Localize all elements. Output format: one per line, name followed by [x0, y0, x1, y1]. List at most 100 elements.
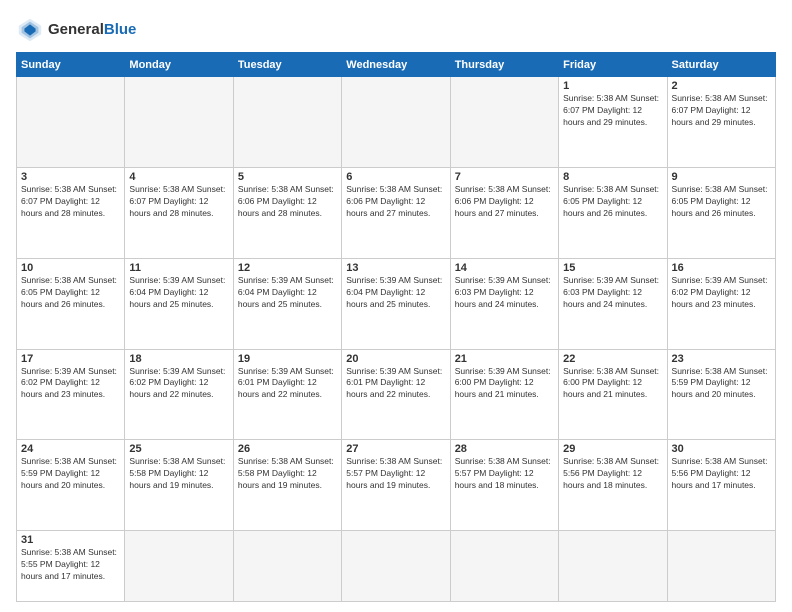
cell-info: Sunrise: 5:39 AM Sunset: 6:01 PM Dayligh…	[346, 366, 445, 402]
cell-day-number: 9	[672, 171, 771, 183]
cell-info: Sunrise: 5:38 AM Sunset: 6:07 PM Dayligh…	[21, 184, 120, 220]
cell-day-number: 13	[346, 262, 445, 274]
cell-info: Sunrise: 5:39 AM Sunset: 6:04 PM Dayligh…	[346, 275, 445, 311]
table-row	[342, 531, 450, 602]
cell-info: Sunrise: 5:38 AM Sunset: 6:07 PM Dayligh…	[672, 93, 771, 129]
cell-day-number: 27	[346, 443, 445, 455]
col-tuesday: Tuesday	[233, 53, 341, 77]
table-row	[233, 531, 341, 602]
table-row	[233, 77, 341, 168]
cell-info: Sunrise: 5:38 AM Sunset: 6:06 PM Dayligh…	[455, 184, 554, 220]
cell-day-number: 17	[21, 353, 120, 365]
header: GeneralBlue	[16, 16, 776, 44]
table-row	[559, 531, 667, 602]
cell-day-number: 18	[129, 353, 228, 365]
logo-text: GeneralBlue	[48, 22, 136, 39]
cell-day-number: 22	[563, 353, 662, 365]
cell-day-number: 4	[129, 171, 228, 183]
table-row: 27Sunrise: 5:38 AM Sunset: 5:57 PM Dayli…	[342, 440, 450, 531]
table-row	[17, 77, 125, 168]
cell-day-number: 23	[672, 353, 771, 365]
cell-day-number: 21	[455, 353, 554, 365]
page: GeneralBlue Sunday Monday Tuesday Wednes…	[0, 0, 792, 612]
table-row: 15Sunrise: 5:39 AM Sunset: 6:03 PM Dayli…	[559, 258, 667, 349]
table-row: 9Sunrise: 5:38 AM Sunset: 6:05 PM Daylig…	[667, 167, 775, 258]
col-thursday: Thursday	[450, 53, 558, 77]
table-row: 29Sunrise: 5:38 AM Sunset: 5:56 PM Dayli…	[559, 440, 667, 531]
table-row: 6Sunrise: 5:38 AM Sunset: 6:06 PM Daylig…	[342, 167, 450, 258]
cell-day-number: 20	[346, 353, 445, 365]
calendar: Sunday Monday Tuesday Wednesday Thursday…	[16, 52, 776, 602]
col-sunday: Sunday	[17, 53, 125, 77]
col-wednesday: Wednesday	[342, 53, 450, 77]
cell-info: Sunrise: 5:39 AM Sunset: 6:03 PM Dayligh…	[455, 275, 554, 311]
logo-icon	[16, 16, 44, 44]
cell-info: Sunrise: 5:39 AM Sunset: 6:04 PM Dayligh…	[238, 275, 337, 311]
table-row	[450, 531, 558, 602]
cell-info: Sunrise: 5:38 AM Sunset: 5:59 PM Dayligh…	[21, 456, 120, 492]
table-row: 21Sunrise: 5:39 AM Sunset: 6:00 PM Dayli…	[450, 349, 558, 440]
cell-info: Sunrise: 5:38 AM Sunset: 6:07 PM Dayligh…	[563, 93, 662, 129]
cell-info: Sunrise: 5:38 AM Sunset: 5:59 PM Dayligh…	[672, 366, 771, 402]
col-saturday: Saturday	[667, 53, 775, 77]
cell-info: Sunrise: 5:39 AM Sunset: 6:01 PM Dayligh…	[238, 366, 337, 402]
table-row: 11Sunrise: 5:39 AM Sunset: 6:04 PM Dayli…	[125, 258, 233, 349]
cell-info: Sunrise: 5:38 AM Sunset: 6:05 PM Dayligh…	[563, 184, 662, 220]
cell-info: Sunrise: 5:38 AM Sunset: 5:57 PM Dayligh…	[346, 456, 445, 492]
cell-day-number: 8	[563, 171, 662, 183]
table-row	[125, 531, 233, 602]
table-row: 5Sunrise: 5:38 AM Sunset: 6:06 PM Daylig…	[233, 167, 341, 258]
logo: GeneralBlue	[16, 16, 136, 44]
cell-day-number: 14	[455, 262, 554, 274]
table-row: 7Sunrise: 5:38 AM Sunset: 6:06 PM Daylig…	[450, 167, 558, 258]
table-row: 14Sunrise: 5:39 AM Sunset: 6:03 PM Dayli…	[450, 258, 558, 349]
cell-info: Sunrise: 5:38 AM Sunset: 5:58 PM Dayligh…	[238, 456, 337, 492]
cell-day-number: 26	[238, 443, 337, 455]
cell-day-number: 6	[346, 171, 445, 183]
table-row: 12Sunrise: 5:39 AM Sunset: 6:04 PM Dayli…	[233, 258, 341, 349]
table-row: 17Sunrise: 5:39 AM Sunset: 6:02 PM Dayli…	[17, 349, 125, 440]
cell-info: Sunrise: 5:38 AM Sunset: 6:05 PM Dayligh…	[21, 275, 120, 311]
table-row: 2Sunrise: 5:38 AM Sunset: 6:07 PM Daylig…	[667, 77, 775, 168]
table-row	[125, 77, 233, 168]
calendar-header-row: Sunday Monday Tuesday Wednesday Thursday…	[17, 53, 776, 77]
cell-info: Sunrise: 5:38 AM Sunset: 5:58 PM Dayligh…	[129, 456, 228, 492]
cell-day-number: 28	[455, 443, 554, 455]
table-row: 13Sunrise: 5:39 AM Sunset: 6:04 PM Dayli…	[342, 258, 450, 349]
cell-info: Sunrise: 5:38 AM Sunset: 6:00 PM Dayligh…	[563, 366, 662, 402]
cell-info: Sunrise: 5:38 AM Sunset: 5:56 PM Dayligh…	[563, 456, 662, 492]
cell-day-number: 15	[563, 262, 662, 274]
table-row: 26Sunrise: 5:38 AM Sunset: 5:58 PM Dayli…	[233, 440, 341, 531]
table-row: 23Sunrise: 5:38 AM Sunset: 5:59 PM Dayli…	[667, 349, 775, 440]
cell-day-number: 11	[129, 262, 228, 274]
cell-day-number: 30	[672, 443, 771, 455]
col-monday: Monday	[125, 53, 233, 77]
cell-info: Sunrise: 5:38 AM Sunset: 6:06 PM Dayligh…	[238, 184, 337, 220]
cell-day-number: 5	[238, 171, 337, 183]
table-row: 31Sunrise: 5:38 AM Sunset: 5:55 PM Dayli…	[17, 531, 125, 602]
table-row: 22Sunrise: 5:38 AM Sunset: 6:00 PM Dayli…	[559, 349, 667, 440]
cell-day-number: 12	[238, 262, 337, 274]
table-row	[667, 531, 775, 602]
cell-day-number: 3	[21, 171, 120, 183]
cell-info: Sunrise: 5:39 AM Sunset: 6:02 PM Dayligh…	[672, 275, 771, 311]
cell-day-number: 16	[672, 262, 771, 274]
cell-info: Sunrise: 5:38 AM Sunset: 6:05 PM Dayligh…	[672, 184, 771, 220]
table-row: 1Sunrise: 5:38 AM Sunset: 6:07 PM Daylig…	[559, 77, 667, 168]
cell-day-number: 2	[672, 80, 771, 92]
cell-info: Sunrise: 5:38 AM Sunset: 5:57 PM Dayligh…	[455, 456, 554, 492]
table-row: 24Sunrise: 5:38 AM Sunset: 5:59 PM Dayli…	[17, 440, 125, 531]
table-row: 4Sunrise: 5:38 AM Sunset: 6:07 PM Daylig…	[125, 167, 233, 258]
cell-info: Sunrise: 5:39 AM Sunset: 6:03 PM Dayligh…	[563, 275, 662, 311]
table-row: 25Sunrise: 5:38 AM Sunset: 5:58 PM Dayli…	[125, 440, 233, 531]
table-row	[450, 77, 558, 168]
cell-day-number: 31	[21, 534, 120, 546]
table-row: 18Sunrise: 5:39 AM Sunset: 6:02 PM Dayli…	[125, 349, 233, 440]
cell-day-number: 19	[238, 353, 337, 365]
table-row: 30Sunrise: 5:38 AM Sunset: 5:56 PM Dayli…	[667, 440, 775, 531]
cell-day-number: 7	[455, 171, 554, 183]
cell-info: Sunrise: 5:38 AM Sunset: 5:55 PM Dayligh…	[21, 547, 120, 583]
table-row: 28Sunrise: 5:38 AM Sunset: 5:57 PM Dayli…	[450, 440, 558, 531]
cell-day-number: 24	[21, 443, 120, 455]
cell-info: Sunrise: 5:39 AM Sunset: 6:02 PM Dayligh…	[129, 366, 228, 402]
